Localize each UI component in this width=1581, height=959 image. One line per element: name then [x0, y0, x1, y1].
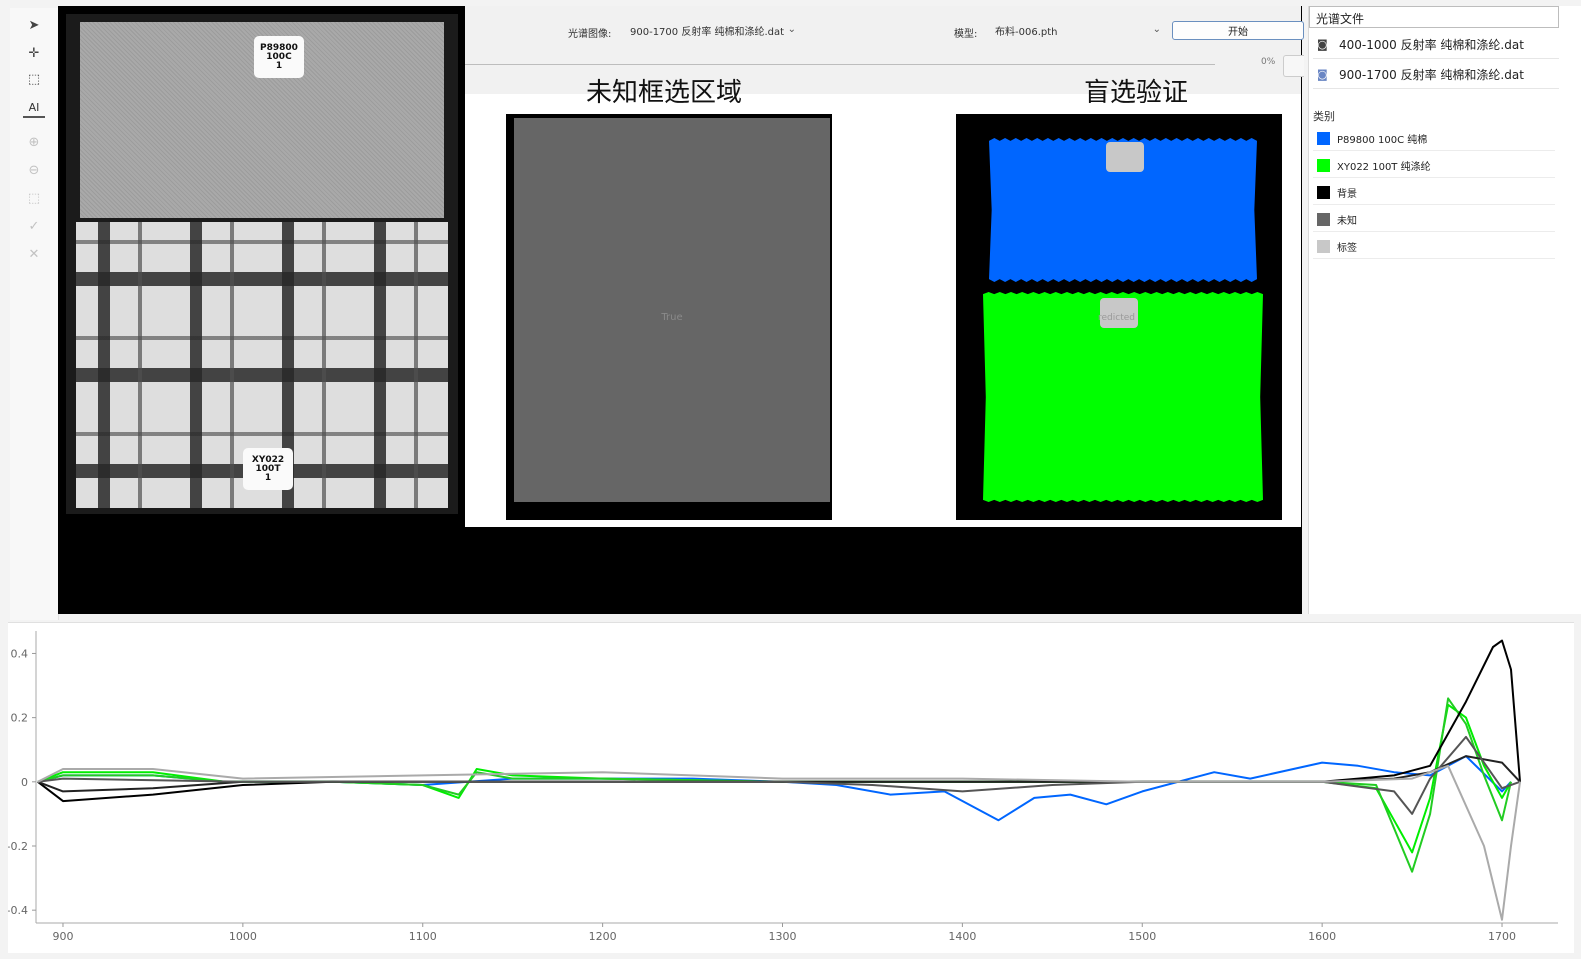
sample-tag-bottom: XY022 100T 1 [243, 448, 293, 490]
y-tick-label: -0.4 [8, 904, 28, 917]
result-figure-panel: 光谱图像: 900-1700 反射率 纯棉和涤纶.dat ⌄ 模型: 布料-00… [465, 6, 1304, 527]
series-line [37, 735, 1521, 815]
sample-tag-top: P89800 100C 1 [254, 36, 304, 78]
class-header: 类别 [1313, 110, 1335, 123]
side-button[interactable] [1283, 55, 1304, 77]
unknown-region-title: 未知框选区域 [586, 78, 743, 108]
label-patch [1106, 142, 1144, 172]
rect-select-icon[interactable]: ⬚ [23, 68, 45, 90]
class-item-background[interactable]: 背景 [1313, 180, 1555, 205]
chevron-down-icon: ⌄ [787, 24, 796, 35]
add-circle-icon[interactable]: ⊕ [23, 131, 45, 153]
progress-bar [465, 64, 1215, 65]
color-swatch [1317, 185, 1330, 199]
blind-validation-title: 盲选验证 [1084, 78, 1189, 108]
x-tick-label: 1700 [1488, 930, 1516, 943]
model-label: 模型: [954, 29, 978, 40]
series-line [37, 755, 1521, 793]
tool-strip: ➤ ✛ ⬚ AI ⊕ ⊖ ⬚ ✓ ✕ [10, 8, 59, 620]
model-select[interactable]: 布料-006.pth ⌄ [989, 21, 1167, 39]
x-tick-label: 900 [52, 930, 73, 943]
file-item[interactable]: ◙ 900-1700 反射率 纯棉和涤纶.dat [1313, 60, 1559, 89]
x-tick-label: 1500 [1128, 930, 1156, 943]
blind-validation-axes: redicted [956, 114, 1282, 520]
ai-tool-button[interactable]: AI [23, 98, 45, 118]
x-tick-label: 1200 [589, 930, 617, 943]
color-swatch [1317, 158, 1330, 172]
y-tick-label: 0 [21, 776, 28, 789]
unknown-region-axes: True [506, 114, 832, 520]
class-item-cotton[interactable]: P89800 100C 纯棉 [1313, 126, 1555, 151]
series-line [37, 755, 1512, 822]
series-line [37, 764, 1521, 921]
chevron-down-icon: ⌄ [1152, 24, 1161, 35]
x-tick-label: 1600 [1308, 930, 1336, 943]
fabric-sample-cotton: P89800 100C 1 [80, 22, 444, 218]
model-value: 布料-006.pth [995, 26, 1058, 38]
x-tick-label: 1400 [948, 930, 976, 943]
class-item-label[interactable]: 标签 [1313, 234, 1555, 259]
y-tick-label: -0.2 [8, 840, 28, 853]
close-icon[interactable]: ✕ [23, 243, 45, 265]
x-tick-label: 1100 [409, 930, 437, 943]
fabric-sample-polyester: XY022 100T 1 [76, 222, 448, 508]
hyperspectral-image[interactable]: P89800 100C 1 XY022 100T 1 [66, 14, 458, 514]
progress-text: 0% [1261, 57, 1276, 67]
class-label: XY022 100T 纯涤纶 [1337, 161, 1431, 173]
spectral-image-value: 900-1700 反射率 纯棉和涤纶.dat [630, 26, 785, 38]
color-swatch [1317, 212, 1330, 226]
predicted-label: redicted [1098, 313, 1135, 323]
x-tick-label: 1300 [769, 930, 797, 943]
class-label: 背景 [1337, 188, 1357, 200]
class-item-polyester[interactable]: XY022 100T 纯涤纶 [1313, 153, 1555, 178]
y-tick-label: 0.2 [11, 712, 29, 725]
crosshair-icon[interactable]: ✛ [23, 42, 45, 64]
camera-icon: ◙ [1317, 37, 1328, 51]
spectral-image-select[interactable]: 900-1700 反射率 纯棉和涤纶.dat ⌄ [624, 21, 802, 39]
class-label: P89800 100C 纯棉 [1337, 134, 1428, 146]
class-item-unknown[interactable]: 未知 [1313, 207, 1555, 232]
y-tick-label: 0.4 [11, 647, 29, 660]
rect-region-icon[interactable]: ⬚ [23, 187, 45, 209]
true-label: True [661, 312, 683, 323]
class-label: 未知 [1337, 215, 1357, 227]
class-label: 标签 [1337, 242, 1357, 254]
spectral-files-header: 光谱文件 [1309, 6, 1559, 28]
spectral-image-label: 光谱图像: [568, 29, 612, 40]
color-swatch [1317, 131, 1330, 145]
unknown-region-mask: True [514, 118, 830, 502]
spectrum-chart[interactable]: 0.4 0.2 0 -0.2 -0.4 900 1000 1100 1200 1300 1400 15… [8, 622, 1574, 953]
remove-circle-icon[interactable]: ⊖ [23, 159, 45, 181]
right-sidebar: 光谱文件 ◙ 400-1000 反射率 纯棉和涤纶.dat ◙ 900-1700… [1308, 6, 1581, 614]
spectrum-svg: 0.4 0.2 0 -0.2 -0.4 900 1000 1100 1200 1300 1400 15… [8, 631, 1558, 943]
start-button[interactable]: 开始 [1172, 21, 1304, 40]
file-item-label: 400-1000 反射率 纯棉和涤纶.dat [1339, 37, 1524, 52]
color-swatch [1317, 239, 1330, 253]
check-icon[interactable]: ✓ [23, 215, 45, 237]
file-item-label: 900-1700 反射率 纯棉和涤纶.dat [1339, 67, 1524, 82]
pointer-icon[interactable]: ➤ [23, 14, 45, 36]
file-item[interactable]: ◙ 400-1000 反射率 纯棉和涤纶.dat [1313, 30, 1559, 59]
x-tick-label: 1000 [229, 930, 257, 943]
camera-icon: ◙ [1317, 67, 1328, 81]
series-line [37, 639, 1521, 803]
